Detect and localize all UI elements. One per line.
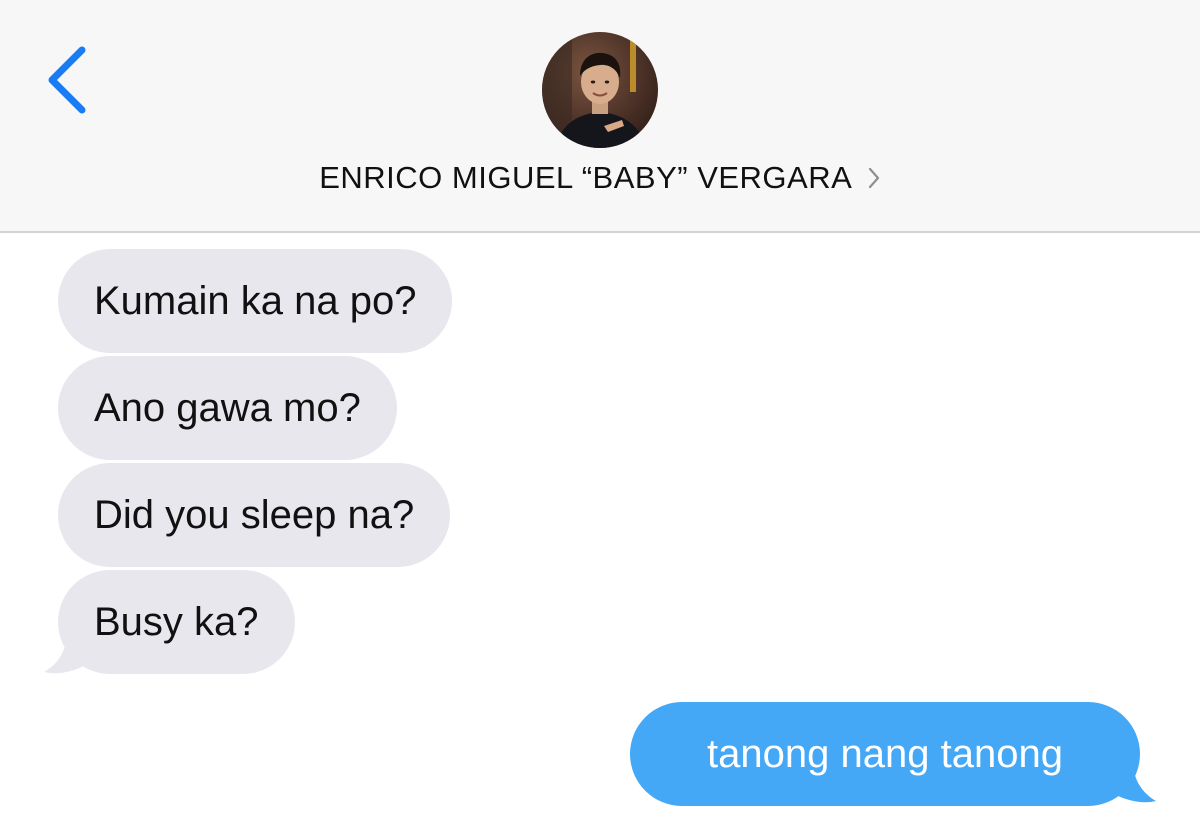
incoming-message-bubble[interactable]: Did you sleep na? <box>58 463 451 567</box>
chevron-right-icon <box>867 167 881 194</box>
message-text: Ano gawa mo? <box>94 386 361 430</box>
outgoing-message-bubble[interactable]: tanong nang tanong <box>630 702 1140 806</box>
contact-name-button[interactable]: ENRICO MIGUEL “BABY” VERGARA <box>0 160 1200 196</box>
conversation-header: ENRICO MIGUEL “BABY” VERGARA <box>0 0 1200 233</box>
contact-name: ENRICO MIGUEL “BABY” VERGARA <box>319 160 853 195</box>
back-button[interactable] <box>38 40 98 120</box>
incoming-message-bubble[interactable]: Ano gawa mo? <box>58 356 397 460</box>
message-text: Busy ka? <box>94 600 259 644</box>
incoming-message-bubble[interactable]: Busy ka? <box>58 570 295 674</box>
contact-avatar[interactable] <box>542 32 658 148</box>
incoming-message-bubble[interactable]: Kumain ka na po? <box>58 249 453 353</box>
chevron-left-icon <box>48 46 86 114</box>
message-text: tanong nang tanong <box>707 732 1063 776</box>
messages-screen: ENRICO MIGUEL “BABY” VERGARA Kumain ka n… <box>0 0 1200 818</box>
avatar-photo <box>542 32 658 148</box>
message-text: Did you sleep na? <box>94 493 415 537</box>
message-text: Kumain ka na po? <box>94 279 417 323</box>
